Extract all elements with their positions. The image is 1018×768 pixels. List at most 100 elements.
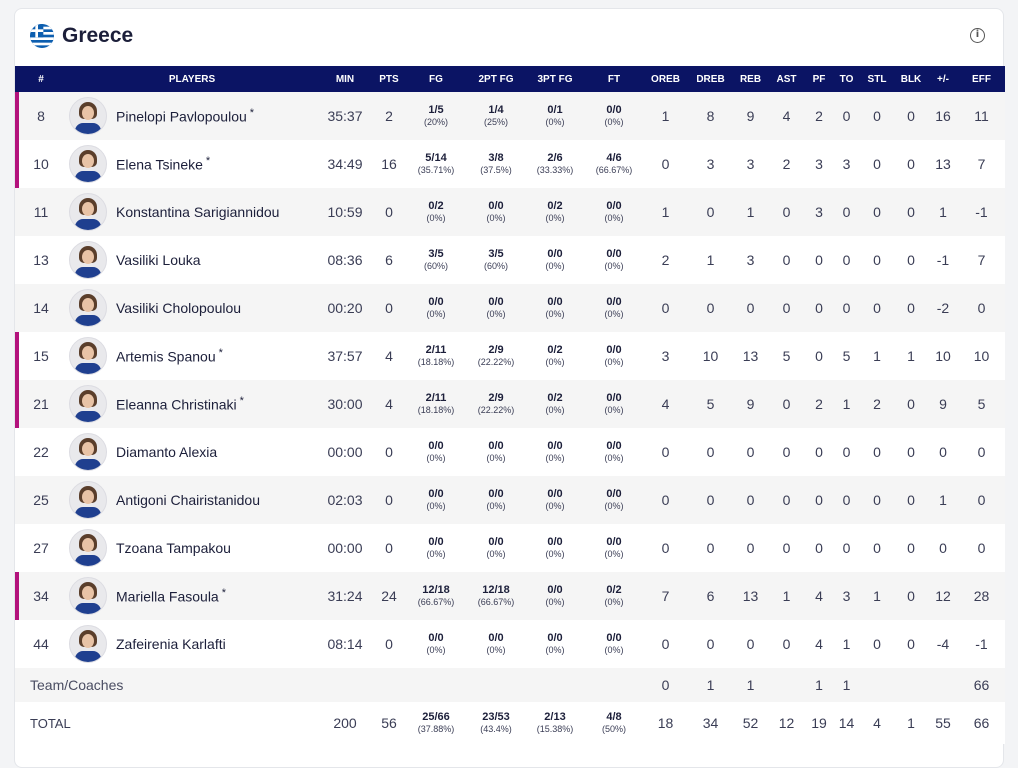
player-name-text[interactable]: Artemis Spanou [116,349,216,365]
player-avatar[interactable] [69,337,107,375]
player-avatar[interactable] [69,625,107,663]
player-row[interactable]: 14 Vasiliki Cholopoulou 00:20 0 0/0 (0%) 0/0 (0… [15,284,1005,332]
three-point-fg-pct: (33.33%) [536,165,574,175]
two-point-fg-made: 3/8 [488,152,504,164]
column-header[interactable]: PTS [373,66,405,92]
stat-stl: 0 [873,540,881,556]
total-label: TOTAL [30,715,71,731]
points: 0 [385,444,393,460]
player-avatar[interactable] [69,481,107,519]
player-row[interactable]: 34 Mariella Fasoula * 31:24 24 12/18 (66.67%) 1… [15,572,1005,620]
player-row[interactable]: 25 Antigoni Chairistanidou 02:03 0 0/0 (0%) 0/… [15,476,1005,524]
stat-dreb: 0 [706,444,715,460]
player-avatar[interactable] [69,385,107,423]
player-avatar[interactable] [69,97,107,135]
column-header[interactable]: MIN [317,66,373,92]
points: 2 [385,108,393,124]
player-avatar[interactable] [69,433,107,471]
three-point-fg-made: 0/0 [547,440,563,452]
player-avatar[interactable] [69,289,107,327]
player-name[interactable]: Eleanna Christinaki * [116,395,244,413]
player-name-text[interactable]: Mariella Fasoula [116,589,219,605]
starter-indicator [15,140,19,188]
points: 0 [385,300,393,316]
two-point-fg: 2/9 (22.22%) [467,380,525,428]
player-avatar[interactable] [69,577,107,615]
player-name[interactable]: Elena Tsineke * [116,155,210,173]
player-name[interactable]: Zafeirenia Karlafti [116,636,226,652]
player-avatar[interactable] [69,241,107,279]
player-name[interactable]: Pinelopi Pavlopoulou * [116,107,254,125]
player-cell: Artemis Spanou * [67,332,317,380]
two-point-fg-pct: (60%) [483,261,508,271]
player-name-text[interactable]: Diamanto Alexia [116,444,217,460]
column-header[interactable]: BLK [894,66,928,92]
player-name[interactable]: Artemis Spanou * [116,347,223,365]
three-point-fg-made: 0/2 [547,344,563,356]
column-header[interactable]: AST [768,66,805,92]
stat-to: 1 [842,636,851,652]
player-name[interactable]: Mariella Fasoula * [116,587,226,605]
player-avatar[interactable] [69,145,107,183]
player-row[interactable]: 8 Pinelopi Pavlopoulou * 35:37 2 1/5 (20%) 1/4(… [15,92,1005,140]
player-name-text[interactable]: Pinelopi Pavlopoulou [116,109,247,125]
player-row[interactable]: 27 Tzoana Tampakou 00:00 0 0/0 (0%) 0/0 (0%) 0/0… [15,524,1005,572]
player-name-text[interactable]: Vasiliki Louka [116,252,201,268]
stat-dreb: 0 [706,492,715,508]
column-header[interactable]: REB [733,66,768,92]
player-avatar[interactable] [69,193,107,231]
column-header[interactable]: STL [860,66,894,92]
column-header[interactable]: 3PT FG [525,66,585,92]
field-goals-made: 2/11 [425,344,447,356]
player-row[interactable]: 15 Artemis Spanou * 37:57 4 2/11 (18.18%) 2/9 (2… [15,332,1005,380]
column-header[interactable]: 2PT FG [467,66,525,92]
column-header[interactable]: OREB [643,66,688,92]
player-row[interactable]: 22 Diamanto Alexia 00:00 0 0/0 (0%) 0/0 (0%) 0/0… [15,428,1005,476]
stat-blk: 0 [907,636,915,652]
player-row[interactable]: 13 Vasiliki Louka 08:36 6 3/5 (60%) 3/5 (60%) 0/… [15,236,1005,284]
player-name[interactable]: Vasiliki Louka [116,252,201,268]
player-row[interactable]: 11 Konstantina Sarigiannidou 10:59 0 0/2 (0%)… [15,188,1005,236]
stat-pf: 0 [815,252,823,268]
player-name-text[interactable]: Elena Tsineke [116,157,203,173]
two-point-fg: 0/0 (0%) [467,476,525,524]
stat-pf: 3 [815,204,823,220]
player-name-text[interactable]: Vasiliki Cholopoulou [116,300,241,316]
player-row[interactable]: 21 Eleanna Christinaki * 30:00 4 2/11 (18.18%)… [15,380,1005,428]
three-point-fg: 0/2 (0%) [525,188,585,236]
column-header[interactable]: PF [805,66,833,92]
player-name-text[interactable]: Eleanna Christinaki [116,397,237,413]
player-name-text[interactable]: Konstantina Sarigiannidou [116,204,279,220]
field-goals-pct: (60%) [423,261,448,271]
column-header[interactable]: +/- [928,66,958,92]
player-avatar[interactable] [69,529,107,567]
column-header[interactable]: TO [833,66,860,92]
column-header[interactable]: FG [405,66,467,92]
player-name[interactable]: Diamanto Alexia [116,444,217,460]
stat-blk: 0 [907,492,915,508]
three-point-fg: 0/0 (0%) [525,236,585,284]
player-name[interactable]: Antigoni Chairistanidou [116,492,260,508]
player-name-text[interactable]: Tzoana Tampakou [116,540,231,556]
player-name[interactable]: Vasiliki Cholopoulou [116,300,241,316]
stat-eff: 11 [974,108,989,124]
column-header[interactable]: # [15,66,67,92]
stat-pf: 3 [815,156,823,172]
stat-stl: 0 [873,156,881,172]
player-name-text[interactable]: Zafeirenia Karlafti [116,636,226,652]
player-name-text[interactable]: Antigoni Chairistanidou [116,492,260,508]
two-point-fg-made: 12/18 [482,584,510,596]
stat-reb: 0 [746,444,755,460]
field-goals: 0/0 (0%) [405,476,467,524]
player-row[interactable]: 10 Elena Tsineke * 34:49 16 5/14 (35.71%) 3/8 (3… [15,140,1005,188]
info-icon[interactable]: i [970,28,985,43]
player-row[interactable]: 44 Zafeirenia Karlafti 08:14 0 0/0 (0%) 0/0 (0%… [15,620,1005,668]
points: 4 [385,396,393,412]
column-header[interactable]: DREB [688,66,733,92]
player-name[interactable]: Konstantina Sarigiannidou [116,204,279,220]
column-header[interactable]: EFF [958,66,1005,92]
field-goals: 0/2 (0%) [405,188,467,236]
player-name[interactable]: Tzoana Tampakou [116,540,231,556]
column-header[interactable]: FT [585,66,643,92]
column-header[interactable]: PLAYERS [67,66,317,92]
